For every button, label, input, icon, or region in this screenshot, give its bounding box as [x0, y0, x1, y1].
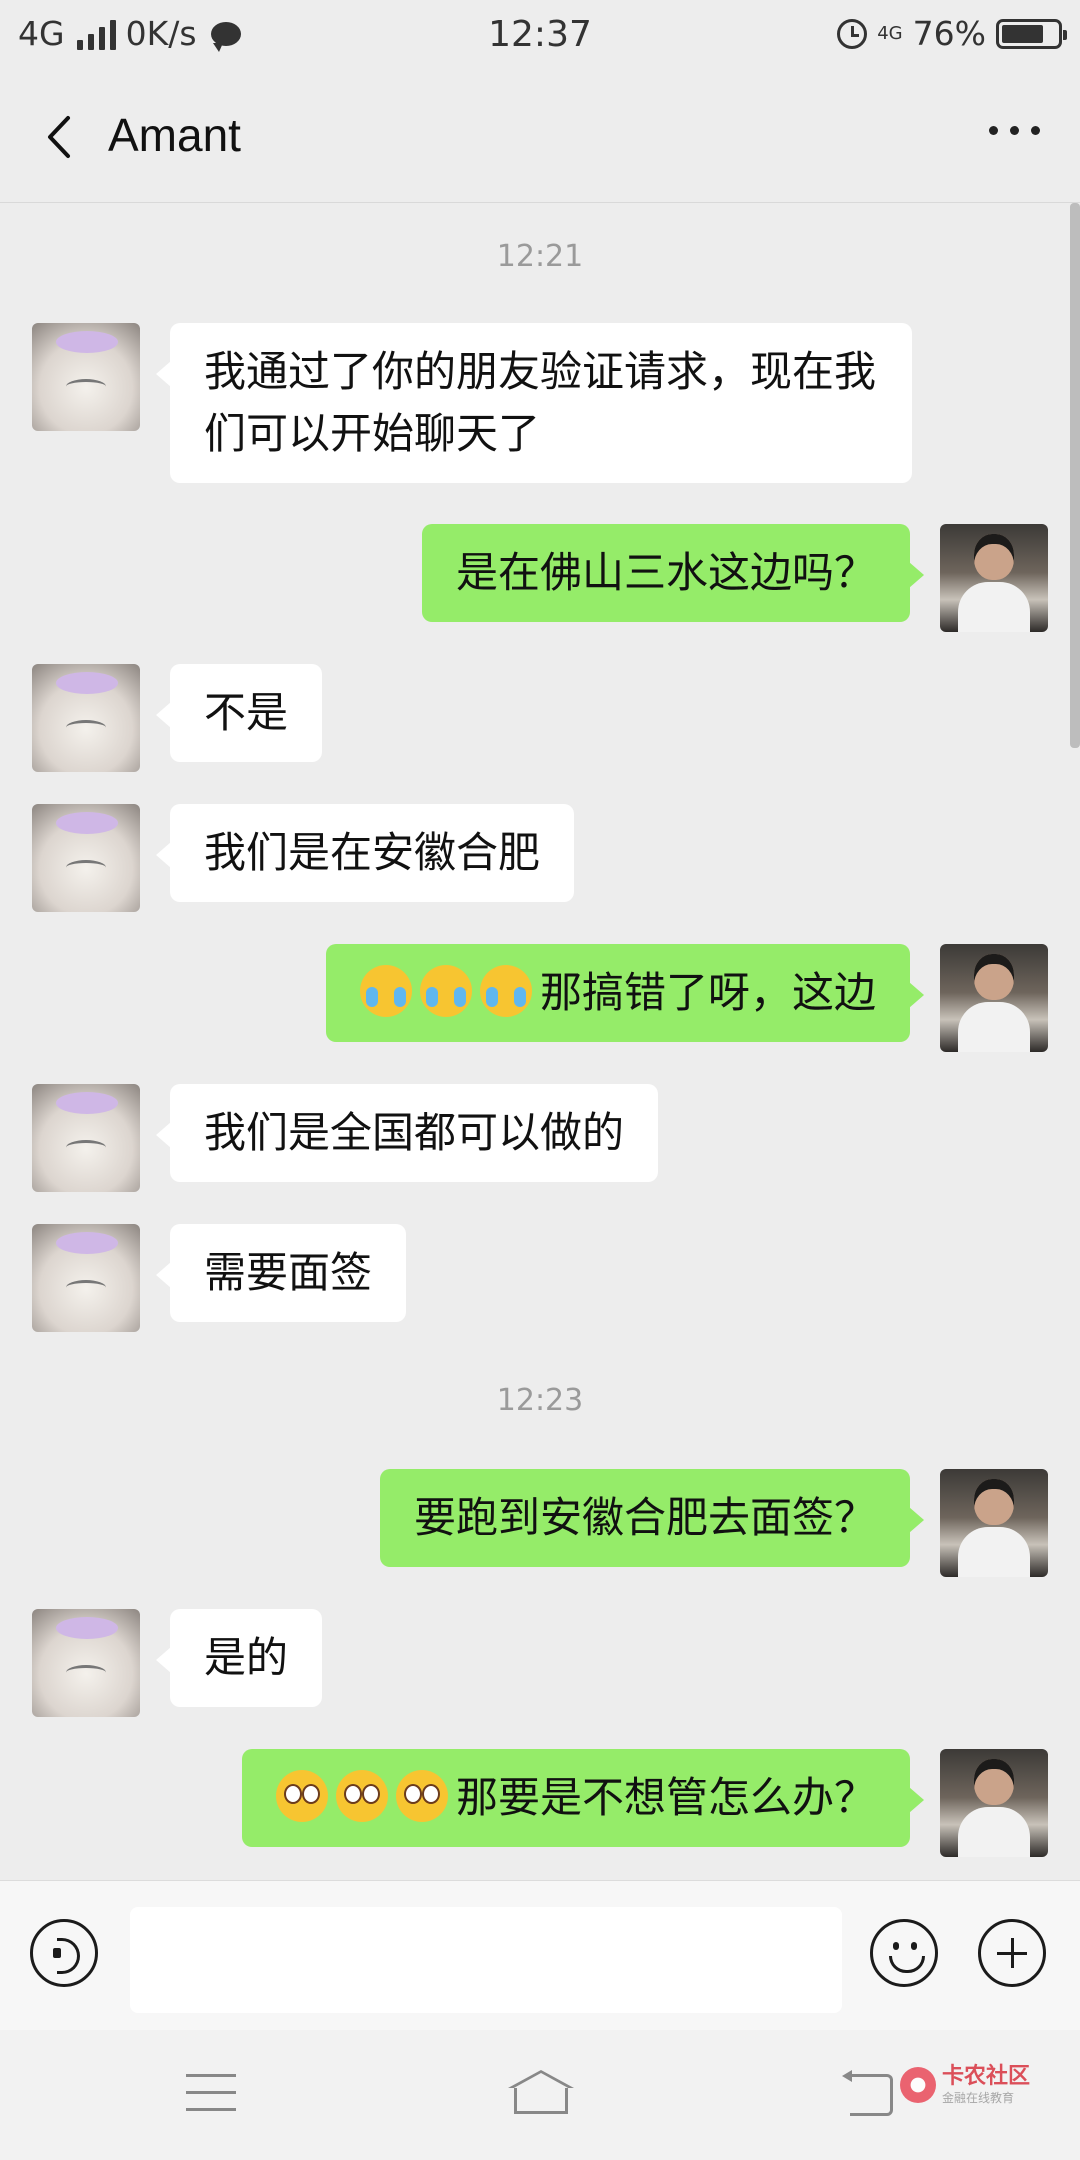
timestamp: 12:23	[496, 1383, 584, 1418]
crying-laughing-emoji-icon	[479, 965, 532, 1017]
avatar[interactable]	[32, 1084, 140, 1192]
crying-laughing-emoji-icon	[359, 965, 412, 1017]
watermark-logo-icon	[900, 2067, 936, 2103]
plus-icon[interactable]	[978, 1919, 1046, 1987]
watermark-subtext: 金融在线教育	[942, 2091, 1015, 2105]
alarm-icon	[837, 18, 868, 49]
flushed-emoji-icon	[335, 1770, 388, 1822]
chevron-left-icon[interactable]	[40, 112, 80, 162]
message-bubble[interactable]: 是的	[155, 1609, 323, 1707]
crying-laughing-emoji-icon	[419, 965, 472, 1017]
message-bubble[interactable]: 那搞错了呀，这边	[325, 944, 925, 1042]
avatar[interactable]	[940, 944, 1048, 1052]
battery-percent: 76%	[912, 14, 986, 53]
mobile-data-indicator: 4G	[877, 22, 903, 44]
message-bubble[interactable]: 我通过了你的朋友验证请求，现在我们可以开始聊天了	[156, 323, 912, 483]
chat-scrollbar[interactable]	[1070, 203, 1080, 748]
battery-fill	[1002, 24, 1044, 43]
message-bubble[interactable]: 不是	[155, 664, 323, 762]
system-nav-bar: 卡农社区 金融在线教育	[0, 2030, 1080, 2160]
flushed-emoji-icon	[275, 1770, 328, 1822]
back-nav-icon[interactable]	[842, 2070, 894, 2116]
input-bar	[0, 1880, 1080, 2031]
battery-icon	[996, 18, 1067, 49]
message-text: 那搞错了呀，这边	[539, 968, 876, 1017]
watermark-text: 卡农社区	[942, 2064, 1031, 2089]
emoji-icon[interactable]	[870, 1919, 938, 1987]
status-bar: 4G 0K/s 12:37 4G 76%	[0, 0, 1080, 72]
message-input[interactable]	[130, 1907, 842, 2013]
avatar[interactable]	[32, 804, 140, 912]
menu-icon[interactable]	[186, 2074, 236, 2114]
more-horizontal-icon[interactable]	[989, 126, 1040, 135]
watermark-logo: 卡农社区 金融在线教育	[900, 2066, 1030, 2104]
message-bubble[interactable]: 要跑到安徽合肥去面签？	[379, 1469, 925, 1567]
avatar[interactable]	[32, 664, 140, 772]
avatar[interactable]	[940, 1749, 1048, 1857]
chat-header: Amant	[0, 72, 1080, 203]
message-bubble[interactable]: 我们是全国都可以做的	[155, 1084, 659, 1182]
message-bubble[interactable]: 是在佛山三水这边吗？	[421, 524, 925, 622]
avatar[interactable]	[940, 524, 1048, 632]
timestamp: 12:21	[496, 239, 584, 274]
chat-title: Amant	[108, 109, 241, 161]
avatar[interactable]	[32, 1224, 140, 1332]
avatar[interactable]	[32, 1609, 140, 1717]
flushed-emoji-icon	[395, 1770, 448, 1822]
message-bubble[interactable]: 我们是在安徽合肥	[155, 804, 575, 902]
status-right: 4G 76%	[837, 14, 1067, 53]
message-bubble[interactable]: 需要面签	[155, 1224, 407, 1322]
voice-icon[interactable]	[30, 1919, 98, 1987]
avatar[interactable]	[32, 323, 140, 431]
avatar[interactable]	[940, 1469, 1048, 1577]
home-icon[interactable]	[508, 2070, 574, 2118]
chat-area[interactable]: 12:21 我通过了你的朋友验证请求，现在我们可以开始聊天了 是在佛山三水这边吗…	[0, 203, 1080, 1880]
message-text: 那要是不想管怎么办？	[455, 1773, 876, 1822]
message-bubble[interactable]: 那要是不想管怎么办？	[241, 1749, 925, 1847]
